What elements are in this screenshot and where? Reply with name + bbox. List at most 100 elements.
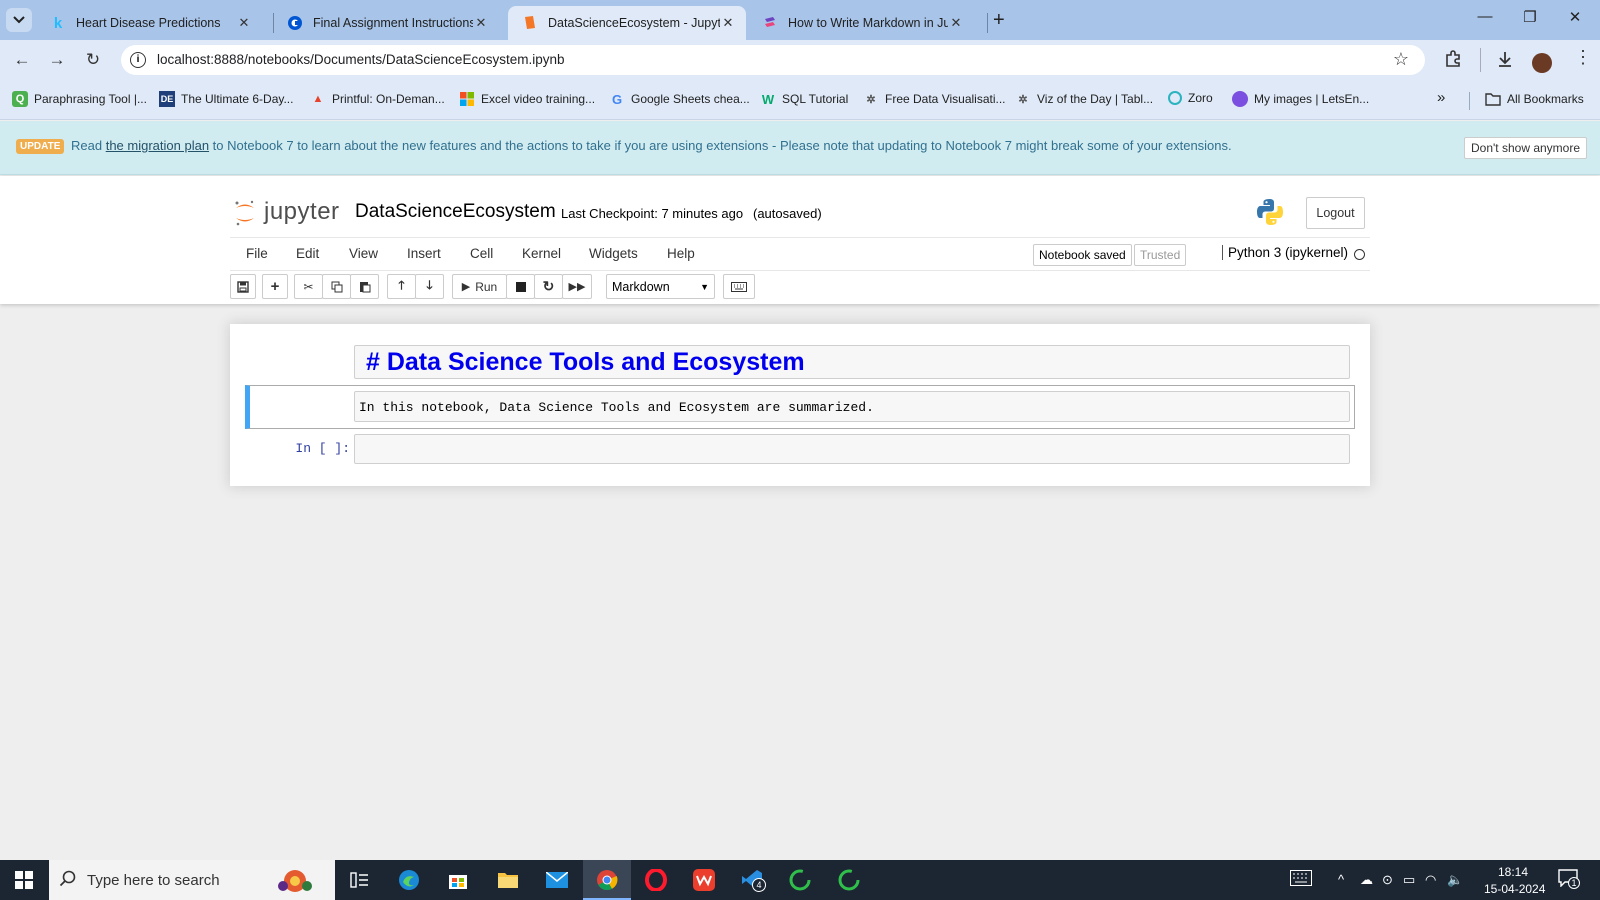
menu-widgets[interactable]: Widgets bbox=[589, 246, 638, 261]
browser-tab-strip: k Heart Disease Predictions ✕ Final Assi… bbox=[0, 0, 1600, 40]
bookmark-star-icon[interactable]: ☆ bbox=[1393, 49, 1409, 70]
coursera-icon bbox=[287, 15, 303, 31]
browser-tab-datascience-ecosystem[interactable]: DataScienceEcosystem - Jupyte ✕ bbox=[508, 6, 746, 40]
bookmark-item[interactable]: G Google Sheets chea... bbox=[609, 91, 750, 107]
heading-cell-text: # Data Science Tools and Ecosystem bbox=[366, 348, 805, 376]
browser-tab-markdown-jupyter[interactable]: How to Write Markdown in Jup ✕ bbox=[748, 6, 974, 40]
close-icon[interactable]: ✕ bbox=[948, 15, 964, 31]
chevron-up-icon[interactable]: ^ bbox=[1338, 872, 1344, 887]
opera-icon[interactable] bbox=[644, 868, 668, 892]
tab-search-button[interactable] bbox=[6, 8, 32, 32]
clock-time[interactable]: 18:14 bbox=[1498, 865, 1528, 879]
close-icon[interactable]: ✕ bbox=[720, 15, 736, 31]
notebook-toolbar: + ✂ 🡑 🡓 ▶ Run ↻ ▶▶ Markdown ▼ bbox=[230, 273, 1370, 301]
bookmark-label: Google Sheets chea... bbox=[631, 92, 750, 106]
cell-type-select[interactable]: Markdown ▼ bbox=[606, 274, 715, 299]
migration-plan-link[interactable]: the migration plan bbox=[106, 138, 209, 153]
bookmark-item[interactable]: Excel video training... bbox=[459, 91, 595, 107]
markdown-text-cell[interactable]: In this notebook, Data Science Tools and… bbox=[354, 391, 1350, 422]
menu-edit[interactable]: Edit bbox=[296, 246, 319, 261]
close-icon[interactable]: ✕ bbox=[236, 15, 252, 31]
bookmark-item[interactable]: ✲ Free Data Visualisati... bbox=[863, 91, 1005, 107]
chrome-icon[interactable] bbox=[595, 868, 619, 892]
close-icon[interactable]: ✕ bbox=[473, 15, 489, 31]
all-bookmarks-button[interactable]: All Bookmarks bbox=[1485, 91, 1584, 107]
volume-icon[interactable]: 🔈 bbox=[1447, 872, 1463, 888]
browser-tab-heart-disease[interactable]: k Heart Disease Predictions ✕ bbox=[36, 6, 262, 40]
back-icon[interactable]: ← bbox=[11, 50, 33, 70]
move-down-button[interactable]: 🡓 bbox=[415, 274, 444, 299]
microsoft-store-icon[interactable] bbox=[446, 868, 470, 892]
browser-tab-final-assignment[interactable]: Final Assignment Instructions: C ✕ bbox=[273, 6, 499, 40]
onedrive-icon[interactable]: ☁ bbox=[1360, 872, 1373, 888]
trusted-indicator[interactable]: Trusted bbox=[1134, 244, 1187, 266]
address-bar[interactable]: i localhost:8888/notebooks/Documents/Dat… bbox=[121, 45, 1425, 75]
insert-cell-button[interactable]: + bbox=[262, 274, 288, 299]
bookmark-item[interactable]: ▲ Printful: On-Deman... bbox=[310, 91, 445, 107]
wifi-icon[interactable]: ◠ bbox=[1425, 872, 1436, 888]
dont-show-anymore-button[interactable]: Don't show anymore bbox=[1464, 137, 1588, 159]
menu-insert[interactable]: Insert bbox=[407, 246, 441, 261]
bookmark-item[interactable]: DE The Ultimate 6-Day... bbox=[159, 91, 293, 107]
menu-cell[interactable]: Cell bbox=[470, 246, 493, 261]
download-icon[interactable] bbox=[1496, 50, 1514, 73]
bookmark-item[interactable]: ✲ Viz of the Day | Tabl... bbox=[1015, 91, 1153, 107]
window-close-icon[interactable]: ✕ bbox=[1565, 8, 1585, 26]
vscode-icon[interactable]: 4 bbox=[740, 868, 766, 892]
address-toolbar: ← → ↻ i localhost:8888/notebooks/Documen… bbox=[0, 40, 1600, 80]
logout-button[interactable]: Logout bbox=[1306, 197, 1365, 229]
task-view-icon[interactable] bbox=[348, 868, 372, 892]
keyboard-layout-icon[interactable] bbox=[1290, 870, 1312, 889]
notebook-name[interactable]: DataScienceEcosystem bbox=[355, 201, 556, 223]
forward-icon[interactable]: → bbox=[46, 50, 68, 70]
interrupt-button[interactable] bbox=[506, 274, 535, 299]
url-text[interactable]: localhost:8888/notebooks/Documents/DataS… bbox=[157, 52, 564, 67]
save-button[interactable] bbox=[230, 274, 256, 299]
wps-office-icon[interactable] bbox=[692, 868, 716, 892]
new-tab-button[interactable]: + bbox=[993, 9, 1005, 32]
move-up-button[interactable]: 🡑 bbox=[387, 274, 416, 299]
camera-icon[interactable]: ⊙ bbox=[1382, 872, 1393, 888]
bookmark-item[interactable]: Q Paraphrasing Tool |... bbox=[12, 91, 147, 107]
taskbar-search-box[interactable]: Type here to search bbox=[49, 860, 335, 900]
restart-run-all-button[interactable]: ▶▶ bbox=[562, 274, 592, 299]
menu-kernel[interactable]: Kernel bbox=[522, 246, 561, 261]
menu-file[interactable]: File bbox=[246, 246, 268, 261]
minimize-icon[interactable]: — bbox=[1475, 8, 1495, 25]
clock-date[interactable]: 15-04-2024 bbox=[1484, 882, 1545, 896]
notebook-menubar: File Edit View Insert Cell Kernel Widget… bbox=[230, 238, 1370, 270]
paste-button[interactable] bbox=[350, 274, 379, 299]
kernel-name[interactable]: Python 3 (ipykernel) bbox=[1222, 245, 1348, 260]
bookmark-item[interactable]: W SQL Tutorial bbox=[760, 91, 848, 107]
file-explorer-icon[interactable] bbox=[496, 868, 520, 892]
menu-help[interactable]: Help bbox=[667, 246, 695, 261]
notifications-icon[interactable]: 1 bbox=[1558, 869, 1580, 890]
edge-icon[interactable] bbox=[397, 868, 421, 892]
chrome-menu-icon[interactable]: ⋮ bbox=[1574, 47, 1592, 68]
menu-view[interactable]: View bbox=[349, 246, 378, 261]
battery-icon[interactable]: ▭ bbox=[1403, 872, 1415, 888]
copy-button[interactable] bbox=[322, 274, 351, 299]
site-info-icon[interactable]: i bbox=[130, 52, 146, 68]
bookmark-item[interactable]: My images | LetsEn... bbox=[1232, 91, 1369, 107]
bookmark-item[interactable]: Zoro bbox=[1168, 91, 1213, 105]
code-cell-input[interactable] bbox=[354, 434, 1350, 464]
jupyter-logo-icon bbox=[234, 199, 256, 226]
restore-icon[interactable]: ❐ bbox=[1520, 8, 1540, 26]
extensions-icon[interactable] bbox=[1444, 50, 1462, 73]
restart-button[interactable]: ↻ bbox=[534, 274, 563, 299]
windows-start-icon[interactable] bbox=[12, 868, 36, 892]
bookmark-label: My images | LetsEn... bbox=[1254, 92, 1370, 106]
run-button[interactable]: ▶ Run bbox=[452, 274, 507, 299]
mail-icon[interactable] bbox=[545, 868, 569, 892]
cut-button[interactable]: ✂ bbox=[294, 274, 323, 299]
jupyter-logo[interactable]: jupyter bbox=[234, 198, 340, 226]
profile-avatar[interactable] bbox=[1532, 53, 1552, 73]
markdown-heading-cell[interactable]: # Data Science Tools and Ecosystem bbox=[354, 345, 1350, 379]
loading-app-icon[interactable] bbox=[788, 868, 812, 892]
command-palette-button[interactable] bbox=[723, 274, 755, 299]
windows-taskbar: Type here to search 4 ^ ☁ ⊙ ▭ ◠ 🔈 18:14 … bbox=[0, 860, 1600, 900]
reload-icon[interactable]: ↻ bbox=[82, 50, 104, 70]
bookmarks-overflow-button[interactable]: » bbox=[1437, 89, 1445, 106]
loading-app-icon[interactable] bbox=[837, 868, 861, 892]
